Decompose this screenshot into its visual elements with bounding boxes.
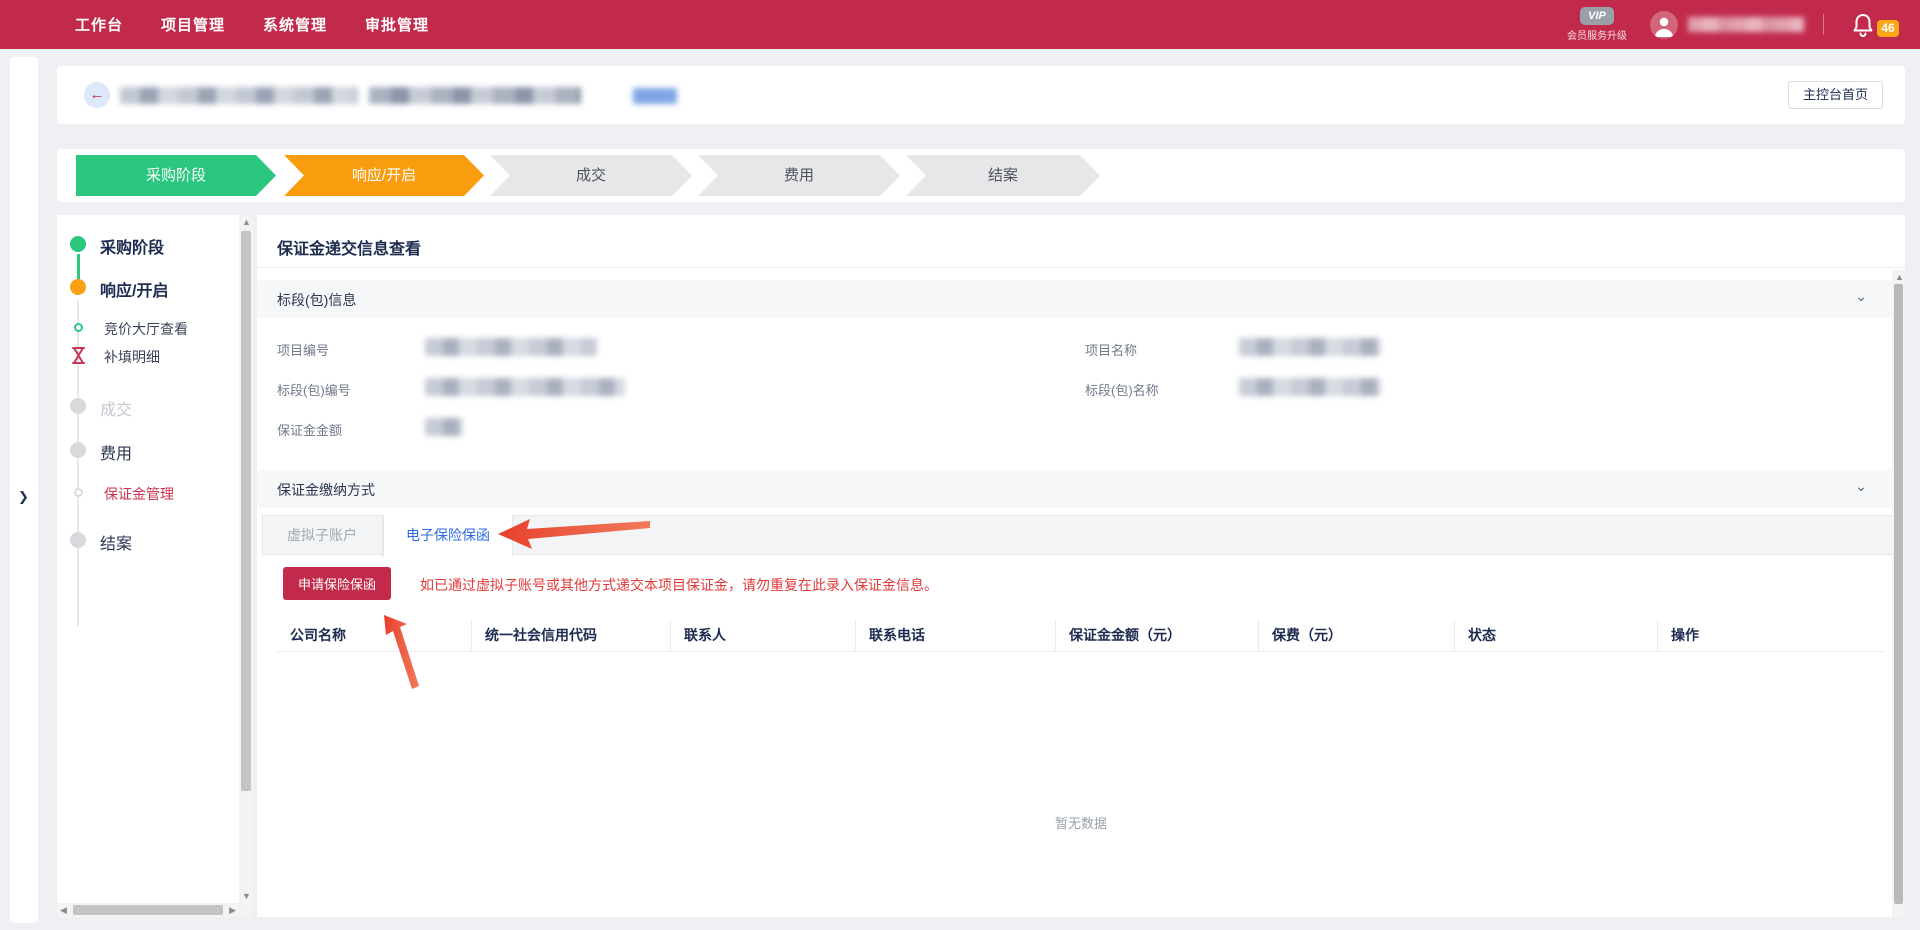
username-blurred xyxy=(1688,17,1804,32)
nav-item-workbench[interactable]: 工作台 xyxy=(75,14,123,35)
chevron-down-icon[interactable]: ⌄ xyxy=(1855,478,1867,495)
col-company-name: 公司名称 xyxy=(277,620,471,651)
ring-deposit-mgmt xyxy=(74,488,83,497)
tab-electronic-insurance-letter[interactable]: 电子保险保函 xyxy=(383,515,513,557)
col-contact-person: 联系人 xyxy=(670,620,855,651)
project-title-blurred-2 xyxy=(369,87,581,104)
step-procurement-phase[interactable]: 采购阶段 xyxy=(76,155,276,196)
duplicate-deposit-warning: 如已通过虚拟子账号或其他方式递交本项目保证金，请勿重复在此录入保证金信息。 xyxy=(420,575,938,595)
empty-state-text: 暂无数据 xyxy=(257,813,1905,832)
step-response-open[interactable]: 响应/开启 xyxy=(284,155,484,196)
value-project-number-blurred xyxy=(425,338,597,356)
page: 工作台 项目管理 系统管理 审批管理 VIP 会员服务升级 46 ❯ xyxy=(0,0,1920,930)
label-project-name: 项目名称 xyxy=(1085,340,1137,359)
col-status: 状态 xyxy=(1454,620,1657,651)
panel-expand-icon[interactable]: ❯ xyxy=(18,489,29,505)
status-chip-blurred xyxy=(633,88,677,104)
back-button[interactable]: ← xyxy=(84,82,110,108)
tab-virtual-sub-account[interactable]: 虚拟子账户 xyxy=(262,515,383,556)
value-package-name-blurred xyxy=(1239,378,1381,396)
section-payment-method: 保证金缴纳方式 ⌄ xyxy=(257,470,1895,508)
dot-procurement-phase xyxy=(70,236,86,252)
notification-count-badge[interactable]: 46 xyxy=(1877,20,1899,37)
step-deal[interactable]: 成交 xyxy=(490,155,692,196)
sidebar-item-supplement-detail[interactable]: 补填明细 xyxy=(104,347,160,367)
collapsed-panel-strip: ❯ xyxy=(10,57,38,923)
step-fees[interactable]: 费用 xyxy=(698,155,900,196)
sidebar-horizontal-scrollbar[interactable]: ◀ ▶ xyxy=(57,903,253,917)
col-premium: 保费（元） xyxy=(1258,620,1454,651)
project-title-blurred xyxy=(120,87,358,104)
dot-response-open xyxy=(70,279,86,295)
section-title: 保证金缴纳方式 xyxy=(277,480,375,500)
label-package-number: 标段(包)编号 xyxy=(277,380,351,399)
col-contact-phone: 联系电话 xyxy=(855,620,1055,651)
col-deposit-amount: 保证金金额（元） xyxy=(1055,620,1258,651)
value-deposit-amount-blurred xyxy=(425,418,463,436)
payment-tabs: 虚拟子账户 电子保险保函 xyxy=(262,515,1895,555)
sidebar-item-bidding-hall-view[interactable]: 竞价大厅查看 xyxy=(104,319,188,339)
ring-bidding-hall xyxy=(74,323,83,332)
sidebar-vertical-scrollbar[interactable]: ▲ ▼ xyxy=(239,215,253,903)
vip-caption: 会员服务升级 xyxy=(1561,27,1633,42)
sidebar-item-deposit-management[interactable]: 保证金管理 xyxy=(104,484,174,504)
hourglass-icon xyxy=(71,347,86,364)
value-package-number-blurred xyxy=(425,378,625,396)
console-home-button[interactable]: 主控台首页 xyxy=(1788,81,1883,109)
nav-divider xyxy=(1823,14,1824,35)
nav-item-approval-mgmt[interactable]: 审批管理 xyxy=(365,14,429,35)
value-project-name-blurred xyxy=(1239,338,1381,356)
section-title: 标段(包)信息 xyxy=(277,290,356,310)
sidebar-item-closure[interactable]: 结案 xyxy=(100,530,132,554)
guarantee-table-header: 公司名称 统一社会信用代码 联系人 联系电话 保证金金额（元） 保费（元） 状态… xyxy=(277,620,1885,652)
nav-item-project-mgmt[interactable]: 项目管理 xyxy=(161,14,225,35)
top-navbar: 工作台 项目管理 系统管理 审批管理 VIP 会员服务升级 46 xyxy=(0,0,1920,49)
page-title: 保证金递交信息查看 xyxy=(277,235,421,259)
label-project-number: 项目编号 xyxy=(277,340,329,359)
col-actions: 操作 xyxy=(1657,620,1879,651)
vip-icon: VIP xyxy=(1580,7,1614,25)
sidebar-item-fees[interactable]: 费用 xyxy=(100,440,132,464)
process-steps: 采购阶段 响应/开启 成交 费用 结案 xyxy=(57,149,1905,202)
step-closure[interactable]: 结案 xyxy=(906,155,1100,196)
nav-menu: 工作台 项目管理 系统管理 审批管理 xyxy=(75,0,429,49)
bell-icon[interactable] xyxy=(1852,13,1874,37)
sidebar-item-procurement-phase[interactable]: 采购阶段 xyxy=(100,234,164,258)
sidebar-item-deal[interactable]: 成交 xyxy=(100,396,132,420)
dot-deal xyxy=(70,398,86,414)
nav-item-system-mgmt[interactable]: 系统管理 xyxy=(263,14,327,35)
sidebar-item-response-open[interactable]: 响应/开启 xyxy=(100,277,168,301)
col-credit-code: 统一社会信用代码 xyxy=(471,620,670,651)
vip-upgrade[interactable]: VIP 会员服务升级 xyxy=(1561,6,1633,42)
main-vertical-scrollbar[interactable]: ▲ xyxy=(1892,270,1905,917)
section-package-info: 标段(包)信息 ⌄ xyxy=(257,280,1895,318)
apply-insurance-letter-button[interactable]: 申请保险保函 xyxy=(283,567,391,600)
label-package-name: 标段(包)名称 xyxy=(1085,380,1159,399)
dot-fees xyxy=(70,442,86,458)
divider xyxy=(257,267,1905,268)
avatar[interactable] xyxy=(1650,11,1678,39)
label-deposit-amount: 保证金金额 xyxy=(277,420,342,439)
dot-closure xyxy=(70,532,86,548)
header-card: ← 主控台首页 xyxy=(57,66,1905,124)
chevron-down-icon[interactable]: ⌄ xyxy=(1855,288,1867,305)
person-icon xyxy=(1654,15,1674,37)
main-content: 保证金递交信息查看 标段(包)信息 ⌄ 项目编号 项目名称 标段(包)编号 标段… xyxy=(257,215,1905,917)
sidebar-timeline: 采购阶段 响应/开启 竞价大厅查看 补填明细 成交 费用 保证金管理 结案 ▲ … xyxy=(57,215,253,917)
